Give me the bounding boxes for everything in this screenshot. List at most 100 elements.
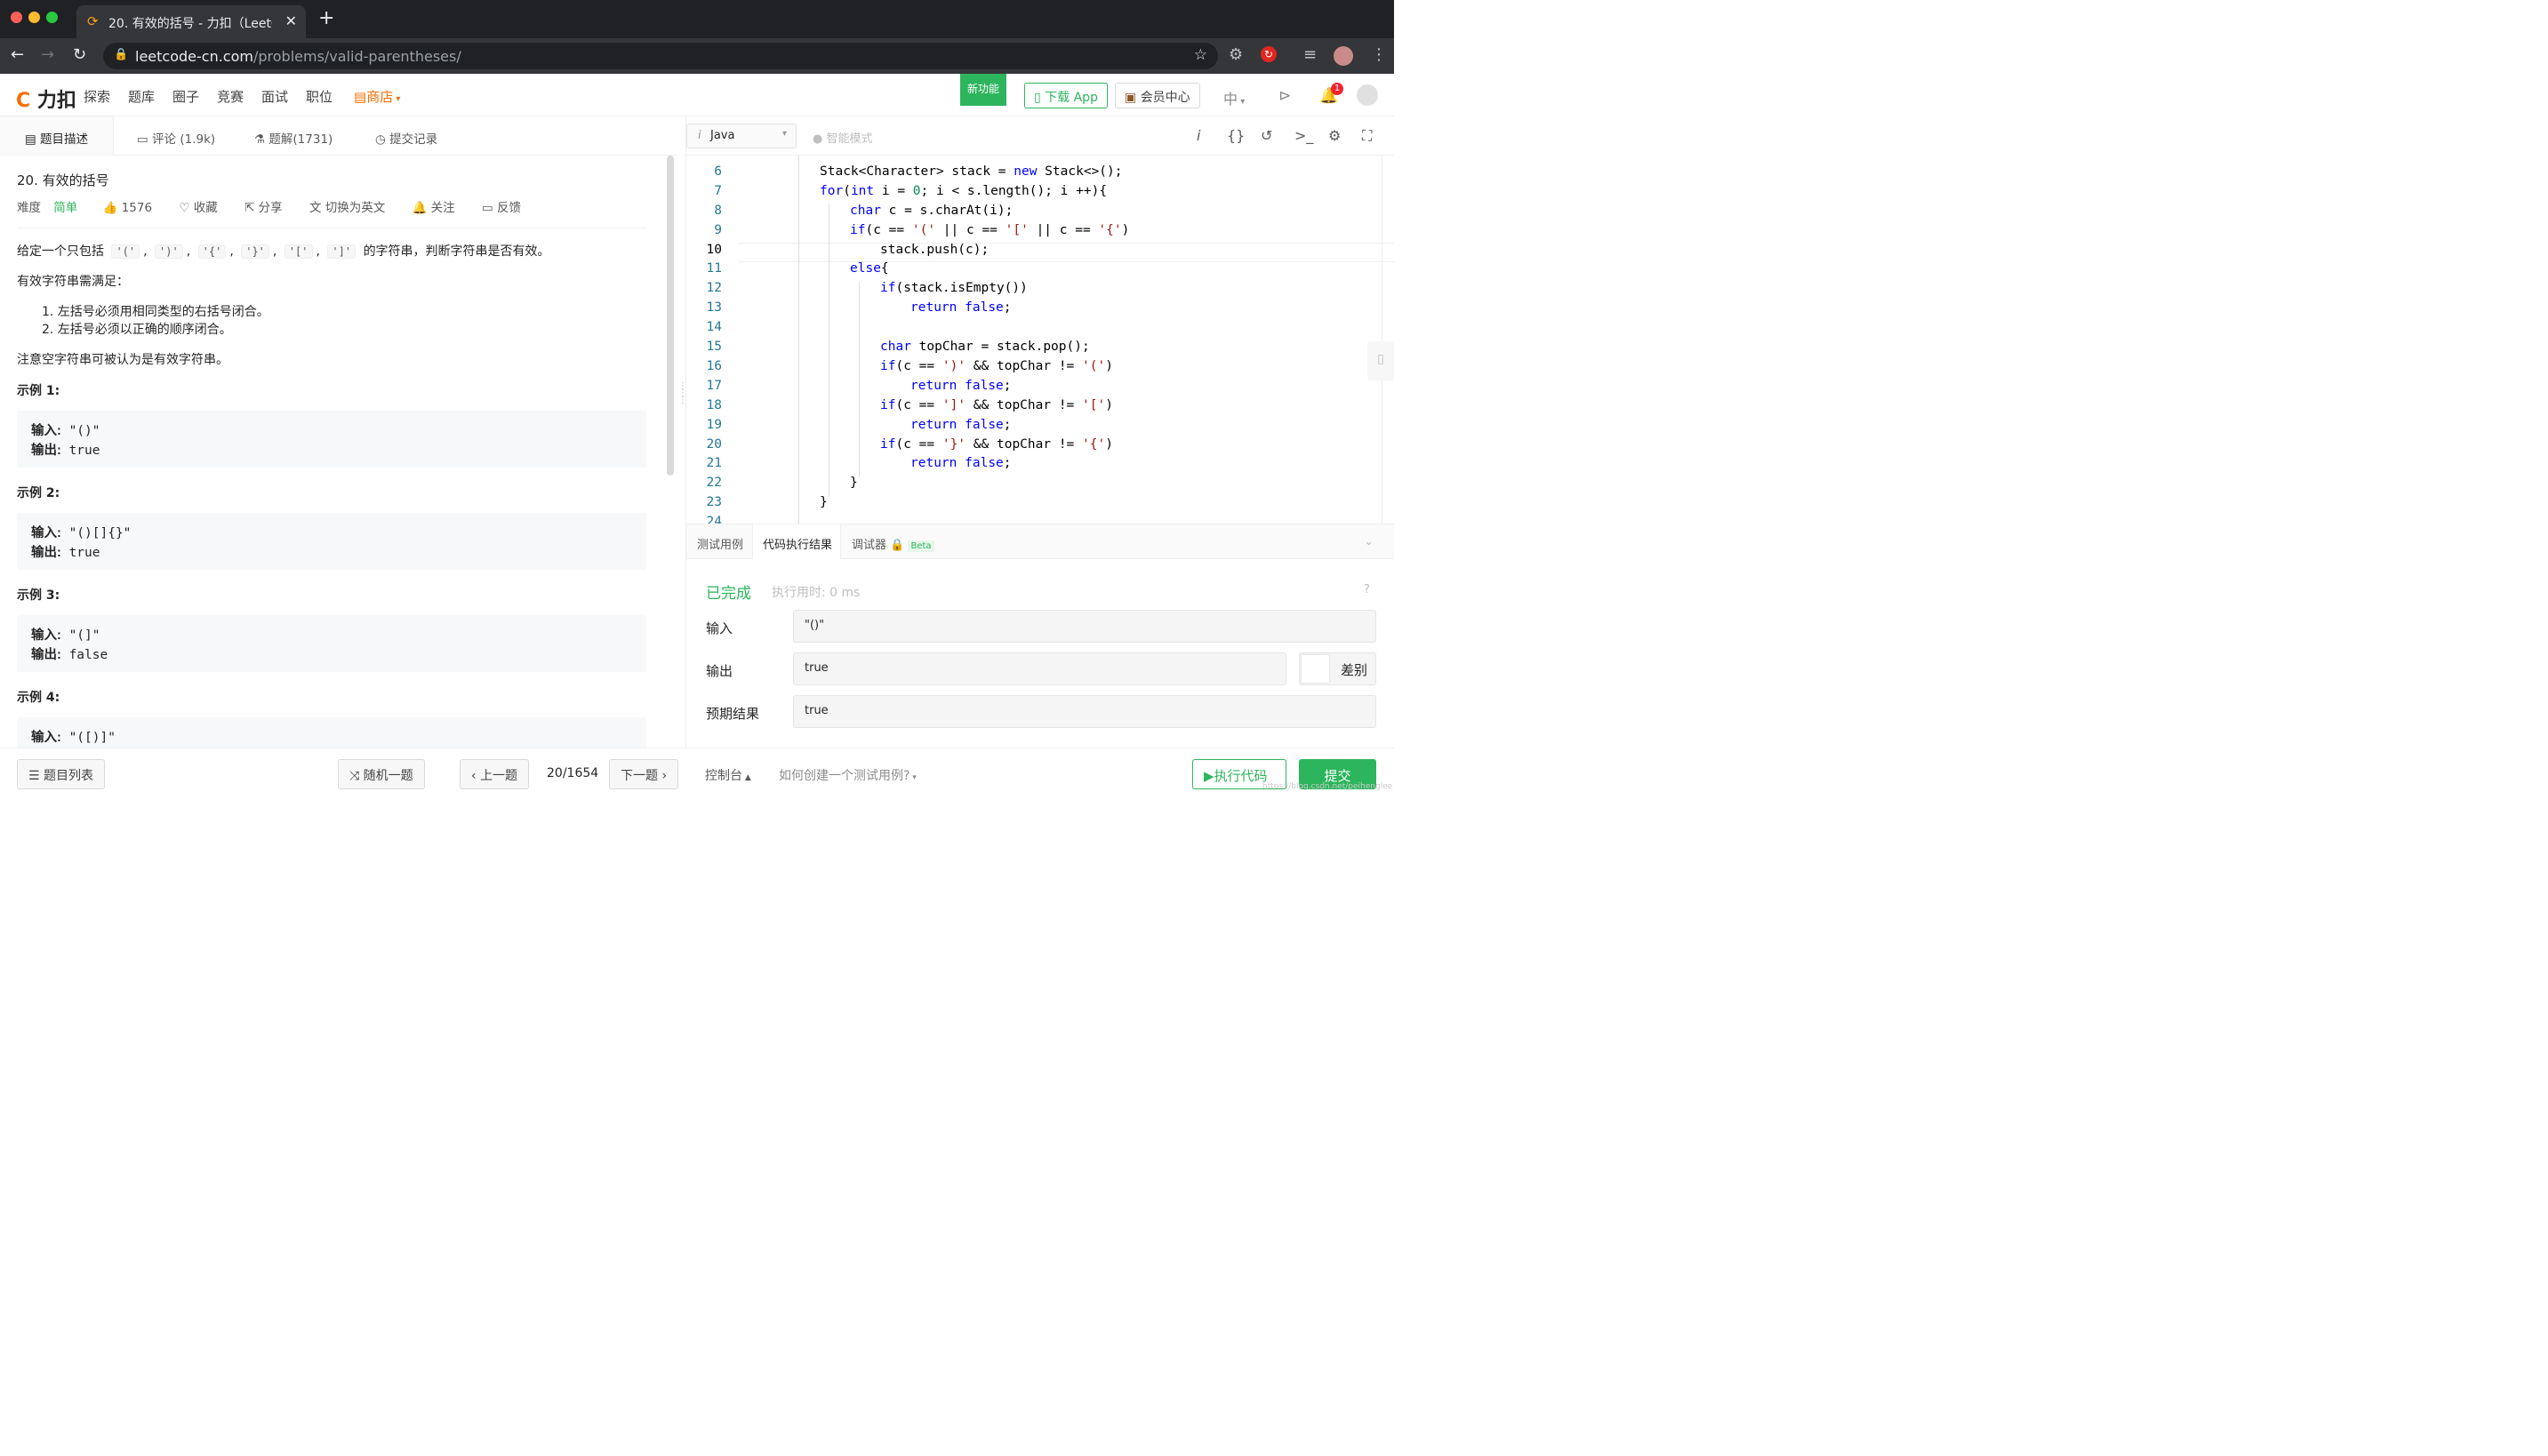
how-to-label: 如何创建一个测试用例? — [779, 769, 910, 783]
random-problem-button[interactable]: ⤨ 随机一题 — [338, 759, 425, 789]
store-label: 商店 — [366, 89, 394, 105]
store-icon: ▤ — [354, 89, 367, 105]
info-icon[interactable]: i — [1197, 127, 1200, 144]
runtime-label: 执行用时: 0 ms — [772, 586, 861, 600]
member-center-label: 会员中心 — [1140, 91, 1190, 105]
settings-gear-icon[interactable]: ⚙ — [1328, 127, 1341, 144]
language-switch[interactable]: 中 ▾ — [1223, 87, 1245, 108]
tab-description[interactable]: ▤ 题目描述 — [25, 129, 88, 147]
close-window-button[interactable] — [11, 12, 22, 23]
maximize-window-button[interactable] — [46, 12, 58, 23]
token-open-paren: '(' — [111, 244, 140, 259]
reload-icon[interactable]: ↻ — [73, 45, 86, 64]
code-line: } — [820, 495, 828, 510]
logo-text: 力扣 — [36, 90, 76, 112]
extension-gear-icon[interactable]: ⚙ — [1229, 45, 1243, 64]
leetcode-logo[interactable]: C 力扣 — [16, 84, 76, 113]
fullscreen-icon[interactable]: ⛶ — [1362, 127, 1372, 145]
browser-menu-icon[interactable]: ⋮ — [1371, 45, 1387, 64]
description-scrollbar[interactable] — [667, 156, 674, 476]
bookmark-star-icon[interactable]: ☆ — [1194, 46, 1207, 64]
nav-item-contest[interactable]: 竞赛 — [217, 87, 244, 106]
tab-submissions[interactable]: ◷ 提交记录 — [375, 129, 437, 147]
help-icon[interactable]: ? — [1364, 583, 1370, 596]
input-label: 输入: — [31, 424, 61, 438]
nav-item-store[interactable]: ▤商店 ▾ — [354, 87, 400, 106]
nav-item-jobs[interactable]: 职位 — [306, 87, 333, 106]
status-label: 已完成 — [706, 585, 751, 603]
back-icon[interactable]: ← — [11, 45, 24, 64]
example-2-box: 输入: "()[]{}" 输出: true — [17, 513, 646, 570]
line-number: 5 — [686, 156, 722, 159]
output-label: 输出: — [31, 546, 61, 560]
indent-guide — [859, 282, 860, 477]
line-number: 17 — [706, 378, 722, 393]
code-line: if(c == '(' || c == '[' || c == '{') — [850, 222, 1130, 237]
nav-item-circle[interactable]: 圈子 — [172, 87, 199, 106]
format-braces-icon[interactable]: {} — [1227, 127, 1245, 144]
prev-problem-button[interactable]: ‹ 上一题 — [460, 759, 530, 789]
download-app-button[interactable]: ▯ 下载 App — [1024, 83, 1108, 108]
bottom-bar: ☰ 题目列表 ⤨ 随机一题 ‹ 上一题 20/1654 下一题 › 控制台 ▲ … — [0, 748, 1394, 796]
like-button[interactable]: 👍 1576 — [103, 201, 152, 215]
problem-list-button[interactable]: ☰ 题目列表 — [17, 759, 106, 789]
reset-icon[interactable]: ↺ — [1261, 127, 1272, 144]
editor-scrollbar[interactable] — [1382, 156, 1394, 524]
nav-item-explore[interactable]: 探索 — [84, 87, 110, 106]
user-avatar[interactable] — [1357, 84, 1378, 106]
member-center-button[interactable]: ▣ 会员中心 — [1115, 83, 1200, 108]
panel-resize-handle[interactable]: ⋮ ⋮ ⋮ — [676, 116, 687, 748]
extension-red-icon[interactable]: ↻ — [1261, 46, 1277, 62]
favorite-button[interactable]: ♡ 收藏 — [179, 201, 217, 215]
smart-mode-toggle[interactable]: ● 智能模式 — [813, 129, 873, 146]
vip-icon: ▣ — [1125, 91, 1141, 105]
url-path: /problems/valid-parentheses/ — [252, 48, 461, 65]
language-select[interactable]: i Java ▾ — [686, 124, 797, 148]
output-label: 输出: — [31, 444, 61, 458]
collapse-chevron-icon[interactable]: ⌄ — [1364, 535, 1374, 548]
line-number: 20 — [706, 436, 722, 452]
playground-icon[interactable]: ⊳ — [1278, 87, 1291, 105]
nav-item-problems[interactable]: 题库 — [128, 87, 155, 106]
share-icon: ⇱ — [244, 201, 255, 215]
share-button[interactable]: ⇱ 分享 — [244, 201, 283, 215]
tab-result[interactable]: 代码执行结果 — [763, 535, 832, 552]
input-label: 输入 — [706, 620, 733, 636]
minimize-window-button[interactable] — [28, 12, 40, 23]
next-problem-button[interactable]: 下一题 › — [609, 759, 679, 789]
site-nav: C 力扣 探索 题库 圈子 竞赛 面试 职位 ▤商店 ▾ 新功能 ▯ 下载 Ap… — [0, 74, 1394, 116]
input-label: 输入: — [31, 526, 61, 540]
console-toggle[interactable]: 控制台 ▲ — [705, 766, 751, 784]
code-editor[interactable]: 5 6 Stack<Character> stack = new Stack<>()… — [686, 156, 1394, 524]
tab-solutions[interactable]: ⚗ 题解(1731) — [254, 129, 333, 147]
forward-icon[interactable]: → — [41, 45, 54, 64]
line-number: 24 — [706, 515, 722, 524]
diff-toggle[interactable]: 差别 — [1299, 652, 1376, 685]
line-number: 19 — [706, 417, 722, 432]
switch-english-button[interactable]: 文 切换为英文 — [309, 201, 385, 215]
close-tab-icon[interactable]: ✕ — [285, 12, 297, 29]
input-label: 输入: — [31, 731, 61, 745]
tab-debugger[interactable]: 调试器 🔒 Beta — [852, 535, 934, 552]
nav-item-interview[interactable]: 面试 — [261, 87, 288, 106]
tab-description-label: 题目描述 — [40, 132, 89, 147]
editor-toolbar: i Java ▾ ● 智能模式 i {} ↺ >_ ⚙ ⛶ — [686, 116, 1394, 156]
terminal-icon[interactable]: >_ — [1294, 127, 1313, 144]
example-1-title: 示例 1: — [17, 384, 60, 398]
tab-comments[interactable]: ▭ 评论 (1.9k) — [137, 129, 215, 147]
code-line: else{ — [850, 261, 889, 276]
side-panel-toggle[interactable]: ▯ — [1367, 341, 1394, 380]
random-label: 随机一题 — [363, 769, 413, 783]
address-bar[interactable]: 🔒 leetcode-cn.com/problems/valid-parenth… — [103, 43, 1218, 69]
follow-button[interactable]: 🔔 关注 — [413, 201, 455, 215]
how-to-testcase-link[interactable]: 如何创建一个测试用例? ▾ — [779, 766, 917, 784]
new-feature-badge[interactable]: 新功能 — [960, 74, 1006, 106]
media-list-icon[interactable]: ≡ — [1303, 45, 1317, 64]
tab-testcase[interactable]: 测试用例 — [697, 535, 743, 552]
new-tab-icon[interactable]: + — [318, 9, 334, 28]
example-2-title: 示例 2: — [17, 486, 60, 500]
tab-debugger-label: 调试器 — [852, 539, 887, 552]
browser-tab[interactable]: ⟳ 20. 有效的括号 - 力扣（LeetCode） ✕ — [76, 5, 306, 38]
feedback-button[interactable]: ▭ 反馈 — [482, 201, 521, 215]
profile-avatar[interactable] — [1334, 46, 1353, 66]
